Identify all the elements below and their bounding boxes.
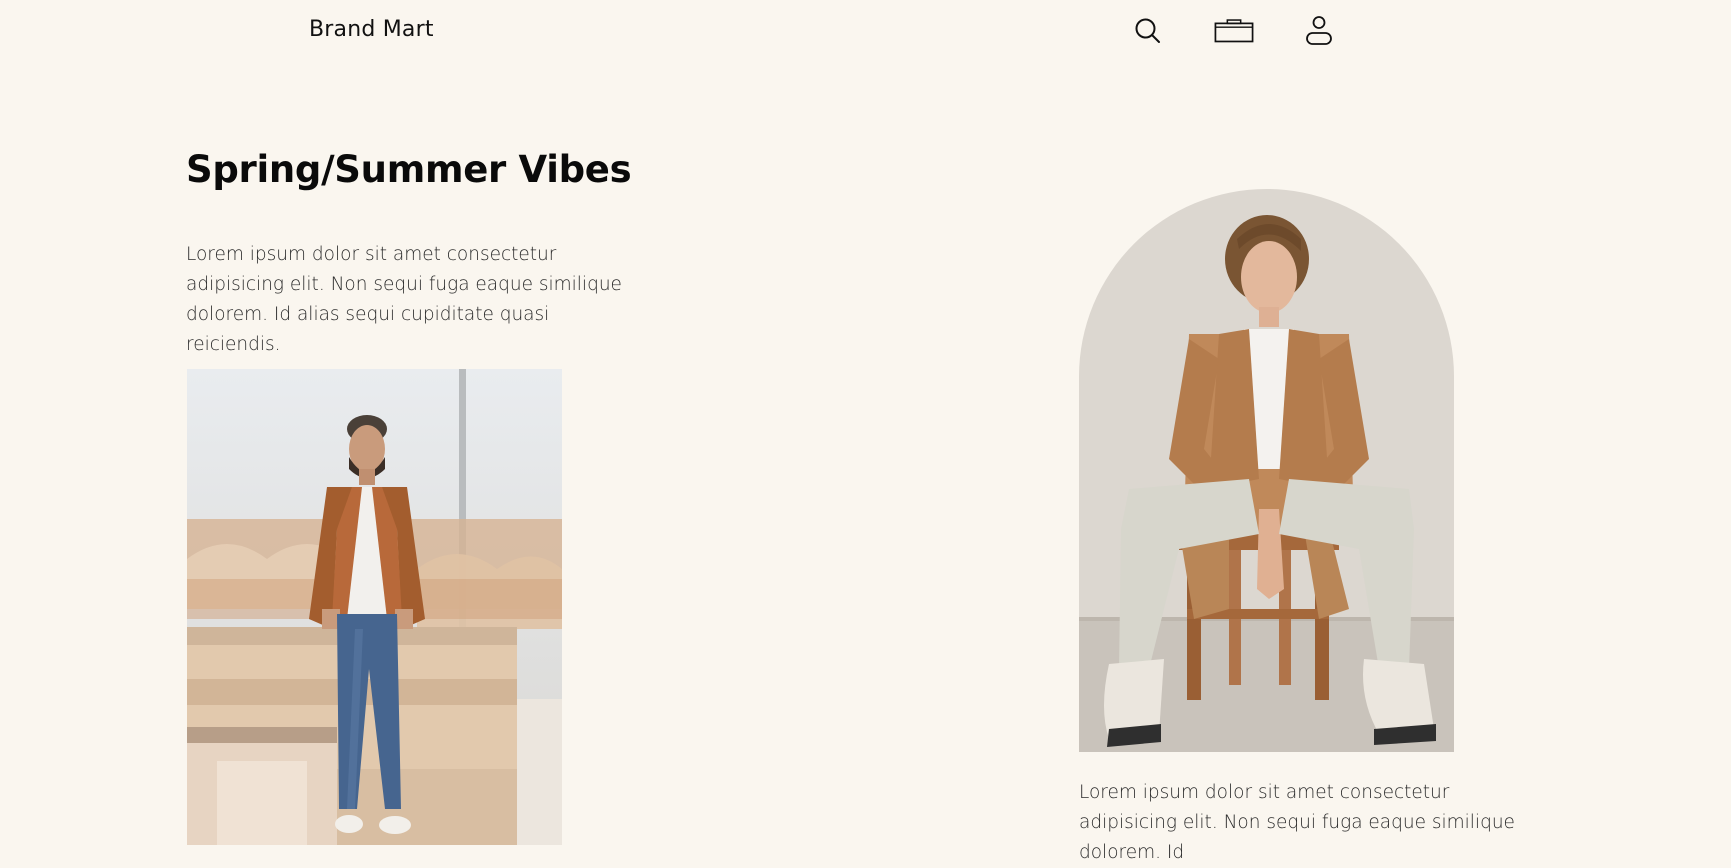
intro-text: Lorem ipsum dolor sit amet consectetur a… (186, 244, 622, 355)
search-icon (1135, 18, 1160, 43)
cart-button[interactable] (1214, 14, 1254, 48)
account-button[interactable] (1299, 14, 1339, 48)
page-title: Spring/Summer Vibes (186, 148, 632, 191)
feature-caption: Lorem ipsum dolor sit amet consectetur a… (1079, 782, 1515, 863)
site-header: Brand Mart (0, 0, 1731, 64)
model-photo-street (187, 369, 562, 845)
model-photo-stool (1079, 189, 1454, 752)
bag-icon (1214, 19, 1254, 43)
user-icon (1306, 16, 1332, 45)
brand-logo[interactable]: Brand Mart (309, 17, 434, 42)
search-button[interactable] (1128, 14, 1168, 48)
